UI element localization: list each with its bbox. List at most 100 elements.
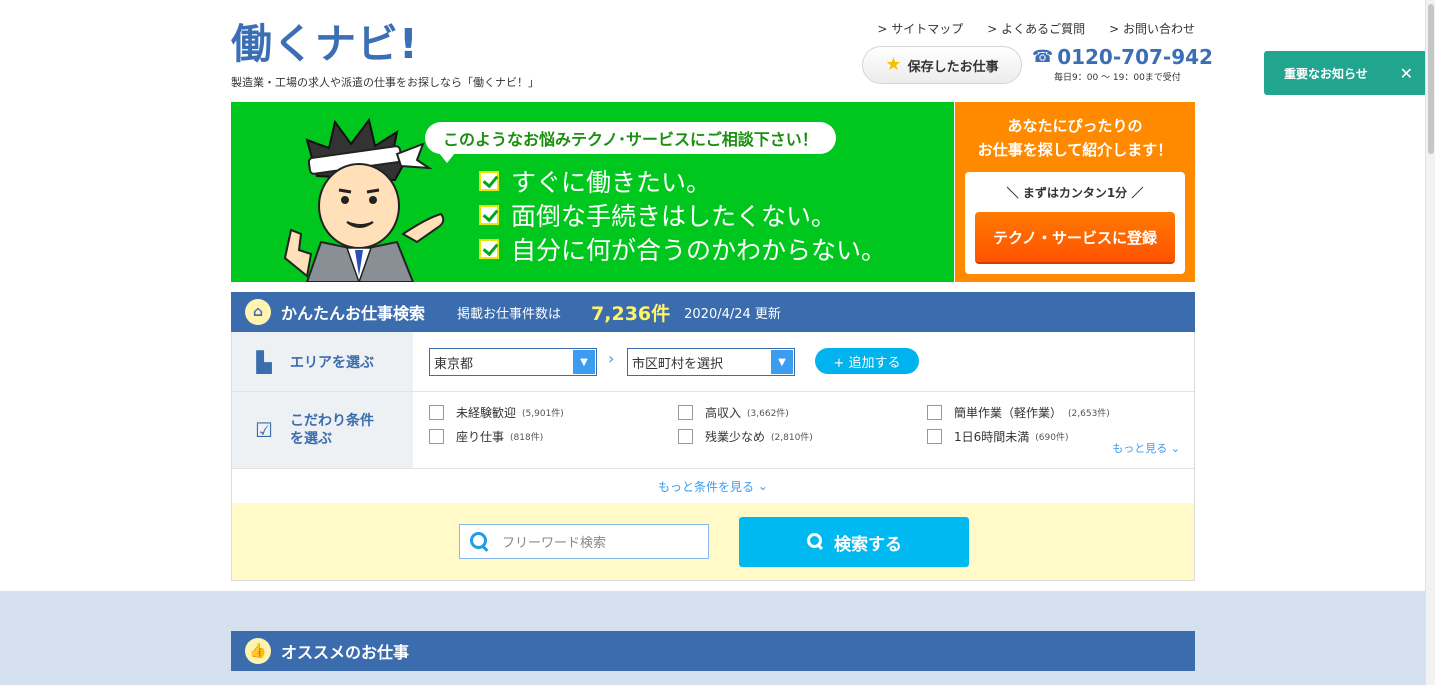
search-icon	[806, 532, 826, 552]
condition-checkbox[interactable]: 座り仕事 (818件)	[429, 428, 543, 445]
register-subtext-label: まずはカンタン1分	[1022, 186, 1128, 200]
phone-number[interactable]: ☎ 0120-707-942	[1032, 45, 1213, 69]
prefecture-value: 東京都	[434, 356, 474, 372]
checkmark-icon	[479, 205, 499, 225]
link-faq[interactable]: よくあるご質問	[987, 20, 1085, 37]
condition-row-label: ☑ こだわり条件 を選ぶ	[232, 392, 413, 468]
condition-checkbox[interactable]: 未経験歓迎 (5,901件)	[429, 404, 564, 421]
condition-checkbox[interactable]: 高収入 (3,662件)	[678, 404, 789, 421]
condition-count: (2,653件)	[1068, 409, 1110, 419]
check-item: すぐに働きたい。	[479, 164, 886, 198]
promo-title-line: あなたにぴったりの	[1007, 117, 1143, 135]
scrollbar[interactable]	[1425, 0, 1435, 685]
search-header: ⌂ かんたんお仕事検索 掲載お仕事件数は 7,236件 2020/4/24 更新	[231, 292, 1195, 332]
condition-label-text: こだわり条件 を選ぶ	[290, 412, 374, 448]
building-icon: ▙	[256, 349, 272, 374]
condition-label: 高収入	[705, 406, 742, 420]
city-select[interactable]: 市区町村を選択 ▼	[627, 348, 795, 376]
chevron-down-icon: ⌄	[754, 479, 768, 493]
important-notice[interactable]: 重要なお知らせ ✕	[1264, 51, 1425, 95]
freeword-input[interactable]: フリーワード検索	[459, 524, 709, 559]
more-conditions-link[interactable]: もっと見る ⌄	[1112, 440, 1180, 456]
thumbs-up-icon: 👍	[245, 638, 271, 664]
city-value: 市区町村を選択	[632, 356, 724, 372]
mascot-illustration	[283, 118, 445, 282]
page: 働くナビ! 製造業・工場の求人や派遣の仕事をお探しなら「働くナビ！」 サイトマッ…	[0, 0, 1425, 685]
search-button-label: 検索する	[834, 534, 902, 555]
checkbox-icon: ☑	[255, 418, 273, 442]
saved-jobs-button[interactable]: ★ 保存したお仕事	[862, 46, 1022, 84]
register-promo-title: あなたにぴったりの お仕事を探して紹介します！	[955, 114, 1195, 162]
banner-bubble: このようなお悩みテクノ･サービスにご相談下さい！	[425, 122, 836, 163]
checkbox[interactable]	[429, 429, 444, 444]
condition-count: (2,810件)	[771, 433, 813, 443]
job-count: 7,236件	[591, 302, 671, 325]
banner-checklist: すぐに働きたい。 面倒な手続きはしたくない。 自分に何が合うのかわからない。	[479, 164, 886, 266]
promo-title-line: お仕事を探して紹介します！	[977, 141, 1173, 159]
area-row-label: ▙ エリアを選ぶ	[232, 332, 413, 391]
checkbox[interactable]	[927, 405, 942, 420]
chevron-down-icon: ⌄	[1170, 442, 1180, 455]
chevron-down-icon: ▼	[573, 350, 595, 374]
register-subtext: ＼ まずはカンタン1分 ／	[1006, 186, 1144, 200]
chevron-down-icon: ▼	[771, 350, 793, 374]
condition-label: 簡単作業（軽作業）	[954, 406, 1063, 420]
link-contact[interactable]: お問い合わせ	[1109, 20, 1195, 37]
hero-banner[interactable]: このようなお悩みテクノ･サービスにご相談下さい！ すぐに働きたい。 面倒な手続き…	[231, 102, 954, 282]
condition-label: 未経験歓迎	[456, 406, 517, 420]
close-icon[interactable]: ✕	[1400, 64, 1413, 83]
check-item-text: 面倒な手続きはしたくない。	[511, 202, 837, 231]
condition-count: (818件)	[510, 433, 544, 443]
show-more-label: もっと条件を見る	[658, 479, 755, 494]
chevron-right-icon: ›	[608, 349, 615, 368]
site-logo[interactable]: 働くナビ!	[231, 18, 419, 70]
register-button[interactable]: テクノ・サービスに登録	[975, 212, 1175, 262]
search-panel: ▙ エリアを選ぶ 東京都 ▼ › 市区町村を選択 ▼ + 追加する ☑ こだわり…	[231, 332, 1195, 581]
condition-label: 残業少なめ	[705, 430, 766, 444]
link-sitemap[interactable]: サイトマップ	[877, 20, 963, 37]
checkmark-icon	[479, 239, 499, 259]
check-item-text: 自分に何が合うのかわからない。	[511, 236, 887, 265]
site-tagline: 製造業・工場の求人や派遣の仕事をお探しなら「働くナビ！」	[231, 76, 539, 89]
more-link-label: もっと見る	[1112, 442, 1168, 455]
condition-count: (5,901件)	[522, 409, 564, 419]
condition-checkbox[interactable]: 簡単作業（軽作業） (2,653件)	[927, 404, 1110, 421]
condition-label: 1日6時間未満	[954, 430, 1030, 444]
job-count-label: 掲載お仕事件数は	[457, 306, 562, 322]
area-label-text: エリアを選ぶ	[290, 354, 374, 371]
add-area-button[interactable]: + 追加する	[815, 348, 919, 374]
checkbox[interactable]	[927, 429, 942, 444]
freeword-placeholder: フリーワード検索	[502, 536, 607, 551]
condition-label-line: こだわり条件	[290, 413, 374, 429]
star-icon: ★	[885, 54, 902, 75]
checkmark-icon	[479, 171, 499, 191]
search-section-icon: ⌂	[245, 299, 271, 325]
register-box: ＼ まずはカンタン1分 ／ テクノ・サービスに登録	[965, 172, 1185, 274]
check-item: 面倒な手続きはしたくない。	[479, 198, 886, 232]
recommend-title: オススメのお仕事	[281, 643, 410, 662]
show-more-conditions[interactable]: もっと条件を見る ⌄	[232, 469, 1194, 503]
phone-hours: 毎日9：00 〜 19：00まで受付	[1054, 73, 1181, 83]
saved-jobs-label: 保存したお仕事	[907, 59, 999, 75]
recommend-header: 👍 オススメのお仕事	[231, 631, 1195, 671]
search-icon	[468, 530, 492, 554]
condition-count: (690件)	[1035, 433, 1069, 443]
checkbox[interactable]	[678, 429, 693, 444]
prefecture-select[interactable]: 東京都 ▼	[429, 348, 597, 376]
phone-icon: ☎	[1032, 47, 1054, 67]
search-button[interactable]: 検索する	[739, 517, 969, 567]
check-item: 自分に何が合うのかわからない。	[479, 232, 886, 266]
freeword-area: フリーワード検索 検索する	[232, 503, 1194, 580]
condition-checkbox[interactable]: 残業少なめ (2,810件)	[678, 428, 813, 445]
top-links: サイトマップ よくあるご質問 お問い合わせ	[877, 20, 1195, 37]
condition-label-line: を選ぶ	[290, 431, 332, 447]
condition-count: (3,662件)	[747, 409, 789, 419]
phone-number-text: 0120-707-942	[1057, 45, 1213, 69]
condition-checkbox[interactable]: 1日6時間未満 (690件)	[927, 428, 1068, 445]
check-item-text: すぐに働きたい。	[511, 168, 712, 197]
scrollbar-thumb[interactable]	[1428, 4, 1434, 154]
checkbox[interactable]	[429, 405, 444, 420]
condition-label: 座り仕事	[456, 430, 505, 444]
notice-label: 重要なお知らせ	[1284, 66, 1368, 81]
checkbox[interactable]	[678, 405, 693, 420]
